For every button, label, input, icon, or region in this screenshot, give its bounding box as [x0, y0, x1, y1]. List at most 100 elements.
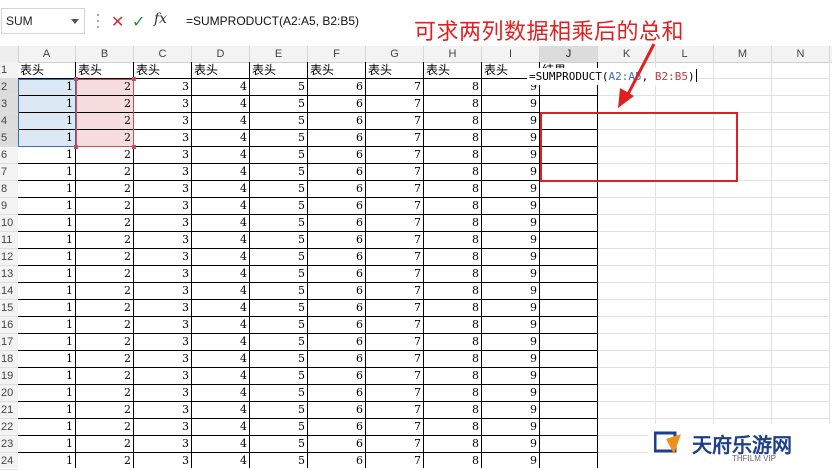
- data-cell[interactable]: 6: [308, 198, 366, 215]
- empty-cell[interactable]: [772, 62, 830, 79]
- result-cell[interactable]: [540, 300, 598, 317]
- empty-cell[interactable]: [772, 351, 830, 368]
- data-cell[interactable]: 5: [250, 96, 308, 113]
- data-cell[interactable]: 3: [134, 96, 192, 113]
- data-cell[interactable]: 3: [134, 130, 192, 147]
- empty-cell[interactable]: [598, 300, 656, 317]
- result-cell[interactable]: [540, 317, 598, 334]
- data-cell[interactable]: 4: [192, 300, 250, 317]
- result-cell[interactable]: [540, 232, 598, 249]
- range-handle[interactable]: [132, 77, 136, 81]
- empty-cell[interactable]: [598, 385, 656, 402]
- data-cell[interactable]: 1: [18, 113, 76, 130]
- data-cell[interactable]: 5: [250, 334, 308, 351]
- data-cell[interactable]: 9: [482, 198, 540, 215]
- data-cell[interactable]: 7: [366, 334, 424, 351]
- data-cell[interactable]: 9: [482, 385, 540, 402]
- data-cell[interactable]: 3: [134, 453, 192, 468]
- data-cell[interactable]: 4: [192, 385, 250, 402]
- empty-cell[interactable]: [598, 232, 656, 249]
- data-cell[interactable]: 6: [308, 215, 366, 232]
- empty-cell[interactable]: [772, 249, 830, 266]
- empty-cell[interactable]: [714, 283, 772, 300]
- row-header-12[interactable]: 12: [0, 249, 18, 266]
- empty-cell[interactable]: [714, 368, 772, 385]
- row-header-13[interactable]: 13: [0, 266, 18, 283]
- data-cell[interactable]: 8: [424, 385, 482, 402]
- header-cell-f[interactable]: 表头: [308, 62, 366, 79]
- data-cell[interactable]: 5: [250, 232, 308, 249]
- result-cell[interactable]: [540, 385, 598, 402]
- data-cell[interactable]: 1: [18, 164, 76, 181]
- data-cell[interactable]: 6: [308, 113, 366, 130]
- result-cell[interactable]: [540, 266, 598, 283]
- row-header-9[interactable]: 9: [0, 198, 18, 215]
- empty-cell[interactable]: [714, 334, 772, 351]
- data-cell[interactable]: 3: [134, 283, 192, 300]
- column-header-f[interactable]: F: [308, 46, 366, 62]
- data-cell[interactable]: 5: [250, 368, 308, 385]
- check-icon[interactable]: ✓: [132, 12, 145, 32]
- empty-cell[interactable]: [772, 283, 830, 300]
- data-cell[interactable]: 9: [482, 232, 540, 249]
- empty-cell[interactable]: [772, 317, 830, 334]
- row-header-5[interactable]: 5: [0, 130, 18, 147]
- empty-cell[interactable]: [598, 368, 656, 385]
- data-cell[interactable]: 4: [192, 181, 250, 198]
- empty-cell[interactable]: [714, 215, 772, 232]
- empty-cell[interactable]: [656, 283, 714, 300]
- data-cell[interactable]: 6: [308, 453, 366, 468]
- data-cell[interactable]: 9: [482, 283, 540, 300]
- empty-cell[interactable]: [714, 96, 772, 113]
- data-cell[interactable]: 7: [366, 198, 424, 215]
- data-cell[interactable]: 6: [308, 436, 366, 453]
- data-cell[interactable]: 4: [192, 215, 250, 232]
- data-cell[interactable]: 9: [482, 334, 540, 351]
- data-cell[interactable]: 5: [250, 453, 308, 468]
- data-cell[interactable]: 4: [192, 453, 250, 468]
- header-cell-b[interactable]: 表头: [76, 62, 134, 79]
- data-cell[interactable]: 1: [18, 232, 76, 249]
- data-cell[interactable]: 1: [18, 266, 76, 283]
- data-cell[interactable]: 6: [308, 351, 366, 368]
- empty-cell[interactable]: [772, 181, 830, 198]
- header-cell-g[interactable]: 表头: [366, 62, 424, 79]
- empty-cell[interactable]: [772, 96, 830, 113]
- data-cell[interactable]: 8: [424, 164, 482, 181]
- data-cell[interactable]: 7: [366, 215, 424, 232]
- data-cell[interactable]: 8: [424, 419, 482, 436]
- row-header-15[interactable]: 15: [0, 300, 18, 317]
- data-cell[interactable]: 4: [192, 147, 250, 164]
- empty-cell[interactable]: [772, 368, 830, 385]
- data-cell[interactable]: 2: [76, 266, 134, 283]
- data-cell[interactable]: 8: [424, 249, 482, 266]
- empty-cell[interactable]: [714, 79, 772, 96]
- column-header-n[interactable]: N: [772, 46, 830, 62]
- data-cell[interactable]: 1: [18, 96, 76, 113]
- data-cell[interactable]: 7: [366, 300, 424, 317]
- data-cell[interactable]: 2: [76, 283, 134, 300]
- column-header-i[interactable]: I: [482, 46, 540, 62]
- drag-handle-icon[interactable]: [97, 14, 100, 30]
- row-header-20[interactable]: 20: [0, 385, 18, 402]
- data-cell[interactable]: 9: [482, 266, 540, 283]
- data-cell[interactable]: 6: [308, 402, 366, 419]
- column-header-l[interactable]: L: [656, 46, 714, 62]
- data-cell[interactable]: 3: [134, 402, 192, 419]
- empty-cell[interactable]: [714, 385, 772, 402]
- data-cell[interactable]: 5: [250, 419, 308, 436]
- data-cell[interactable]: 7: [366, 79, 424, 96]
- data-cell[interactable]: 7: [366, 419, 424, 436]
- data-cell[interactable]: 8: [424, 402, 482, 419]
- data-cell[interactable]: 9: [482, 351, 540, 368]
- empty-cell[interactable]: [772, 147, 830, 164]
- data-cell[interactable]: 2: [76, 453, 134, 468]
- data-cell[interactable]: 2: [76, 436, 134, 453]
- data-cell[interactable]: 7: [366, 317, 424, 334]
- empty-cell[interactable]: [598, 402, 656, 419]
- header-cell-c[interactable]: 表头: [134, 62, 192, 79]
- data-cell[interactable]: 9: [482, 164, 540, 181]
- data-cell[interactable]: 2: [76, 164, 134, 181]
- data-cell[interactable]: 7: [366, 96, 424, 113]
- empty-cell[interactable]: [772, 198, 830, 215]
